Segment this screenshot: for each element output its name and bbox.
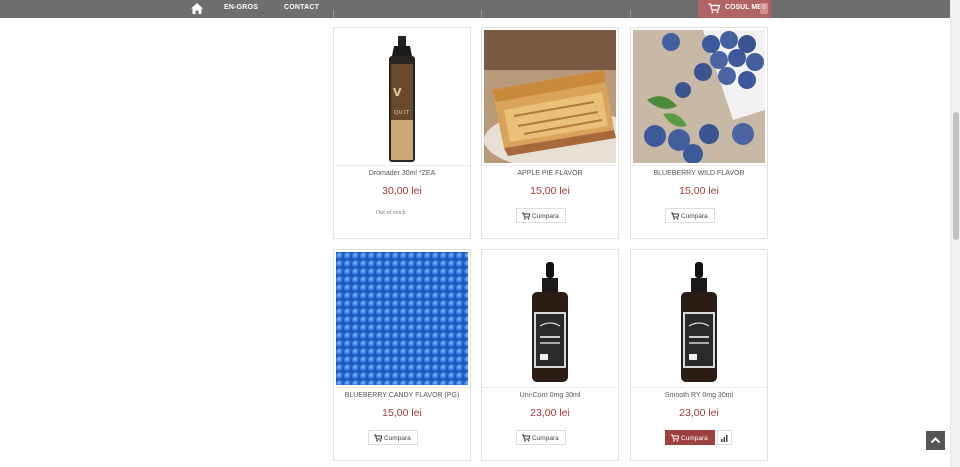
- page-scrollbar[interactable]: [950, 0, 960, 467]
- product-price: 15,00 lei: [382, 407, 422, 419]
- product-image[interactable]: [484, 252, 616, 385]
- buy-button[interactable]: Cumpara: [665, 208, 715, 223]
- card-divider: [631, 165, 767, 166]
- shopping-cart-icon: [522, 434, 530, 442]
- buy-button-label: Cumpara: [532, 212, 559, 220]
- nav-link-contact[interactable]: CONTACT: [284, 4, 319, 11]
- cart-count-badge: 0: [760, 3, 768, 14]
- buy-button[interactable]: Cumpara: [516, 208, 566, 223]
- svg-text:V: V: [393, 86, 402, 99]
- card-divider: [334, 165, 470, 166]
- bar-chart-icon: [721, 435, 728, 442]
- product-name[interactable]: BLUEBERRY WILD FLAVOR: [631, 170, 767, 177]
- previous-row-edge: [630, 10, 636, 18]
- product-card[interactable]: APPLE PIE FLAVOR 15,00 lei Cumpara: [481, 27, 619, 239]
- shopping-cart-icon: [671, 212, 679, 220]
- chevron-up-icon: [930, 437, 941, 444]
- product-card[interactable]: BLUEBERRY WILD FLAVOR 15,00 lei Cumpara: [630, 27, 768, 239]
- product-price: 23,00 lei: [530, 407, 570, 419]
- svg-text:QUIT: QUIT: [394, 110, 410, 116]
- product-price: 30,00 lei: [382, 185, 422, 197]
- back-to-top-button[interactable]: [926, 431, 945, 450]
- buy-button-label: Cumpara: [681, 212, 708, 220]
- buy-button-label: Cumpara: [681, 434, 708, 442]
- shopping-cart-icon: [708, 3, 720, 14]
- buy-button-label: Cumpara: [532, 434, 559, 442]
- product-name[interactable]: APPLE PIE FLAVOR: [482, 170, 618, 177]
- shopping-cart-icon: [671, 434, 679, 442]
- cart-button[interactable]: COSUL MEU 0: [698, 0, 771, 18]
- product-name[interactable]: Uni-Corn 0mg 30ml: [482, 392, 618, 399]
- product-card[interactable]: Uni-Corn 0mg 30ml 23,00 lei Cumpara: [481, 249, 619, 461]
- previous-row-edge: [481, 10, 487, 18]
- buy-button[interactable]: Cumpara: [368, 430, 418, 445]
- compare-button[interactable]: [717, 430, 732, 445]
- home-icon[interactable]: [190, 2, 204, 15]
- product-image[interactable]: [633, 30, 765, 163]
- product-image[interactable]: [484, 30, 616, 163]
- product-name[interactable]: Dromader 30ml *ZEA: [334, 170, 470, 177]
- previous-row-edge: [333, 10, 339, 18]
- scrollbar-thumb[interactable]: [953, 112, 959, 240]
- buy-button[interactable]: Cumpara: [516, 430, 566, 445]
- card-divider: [334, 387, 470, 388]
- top-navbar: EN-GROS CONTACT COSUL MEU 0: [0, 0, 950, 18]
- nav-link-en-gros[interactable]: EN-GROS: [224, 4, 258, 11]
- product-price: 15,00 lei: [679, 185, 719, 197]
- product-name[interactable]: BLUEBERRY CANDY FLAVOR (PG): [334, 392, 470, 399]
- product-price: 23,00 lei: [679, 407, 719, 419]
- card-divider: [482, 387, 618, 388]
- product-image[interactable]: [336, 252, 468, 385]
- product-image[interactable]: V QUIT: [336, 30, 468, 163]
- card-divider: [631, 387, 767, 388]
- product-card[interactable]: BLUEBERRY CANDY FLAVOR (PG) 15,00 lei Cu…: [333, 249, 471, 461]
- product-card[interactable]: Smooth RY 0mg 30ml 23,00 lei Cumpara: [630, 249, 768, 461]
- card-divider: [482, 165, 618, 166]
- buy-button[interactable]: Cumpara: [665, 430, 715, 445]
- product-card[interactable]: V QUIT Dromader 30ml *ZEA 30,00 lei Out …: [333, 27, 471, 239]
- product-price: 15,00 lei: [530, 185, 570, 197]
- shopping-cart-icon: [522, 212, 530, 220]
- shopping-cart-icon: [374, 434, 382, 442]
- buy-button-label: Cumpara: [384, 434, 411, 442]
- product-name[interactable]: Smooth RY 0mg 30ml: [631, 392, 767, 399]
- stock-status: Out of stock: [376, 210, 406, 216]
- product-image[interactable]: [633, 252, 765, 385]
